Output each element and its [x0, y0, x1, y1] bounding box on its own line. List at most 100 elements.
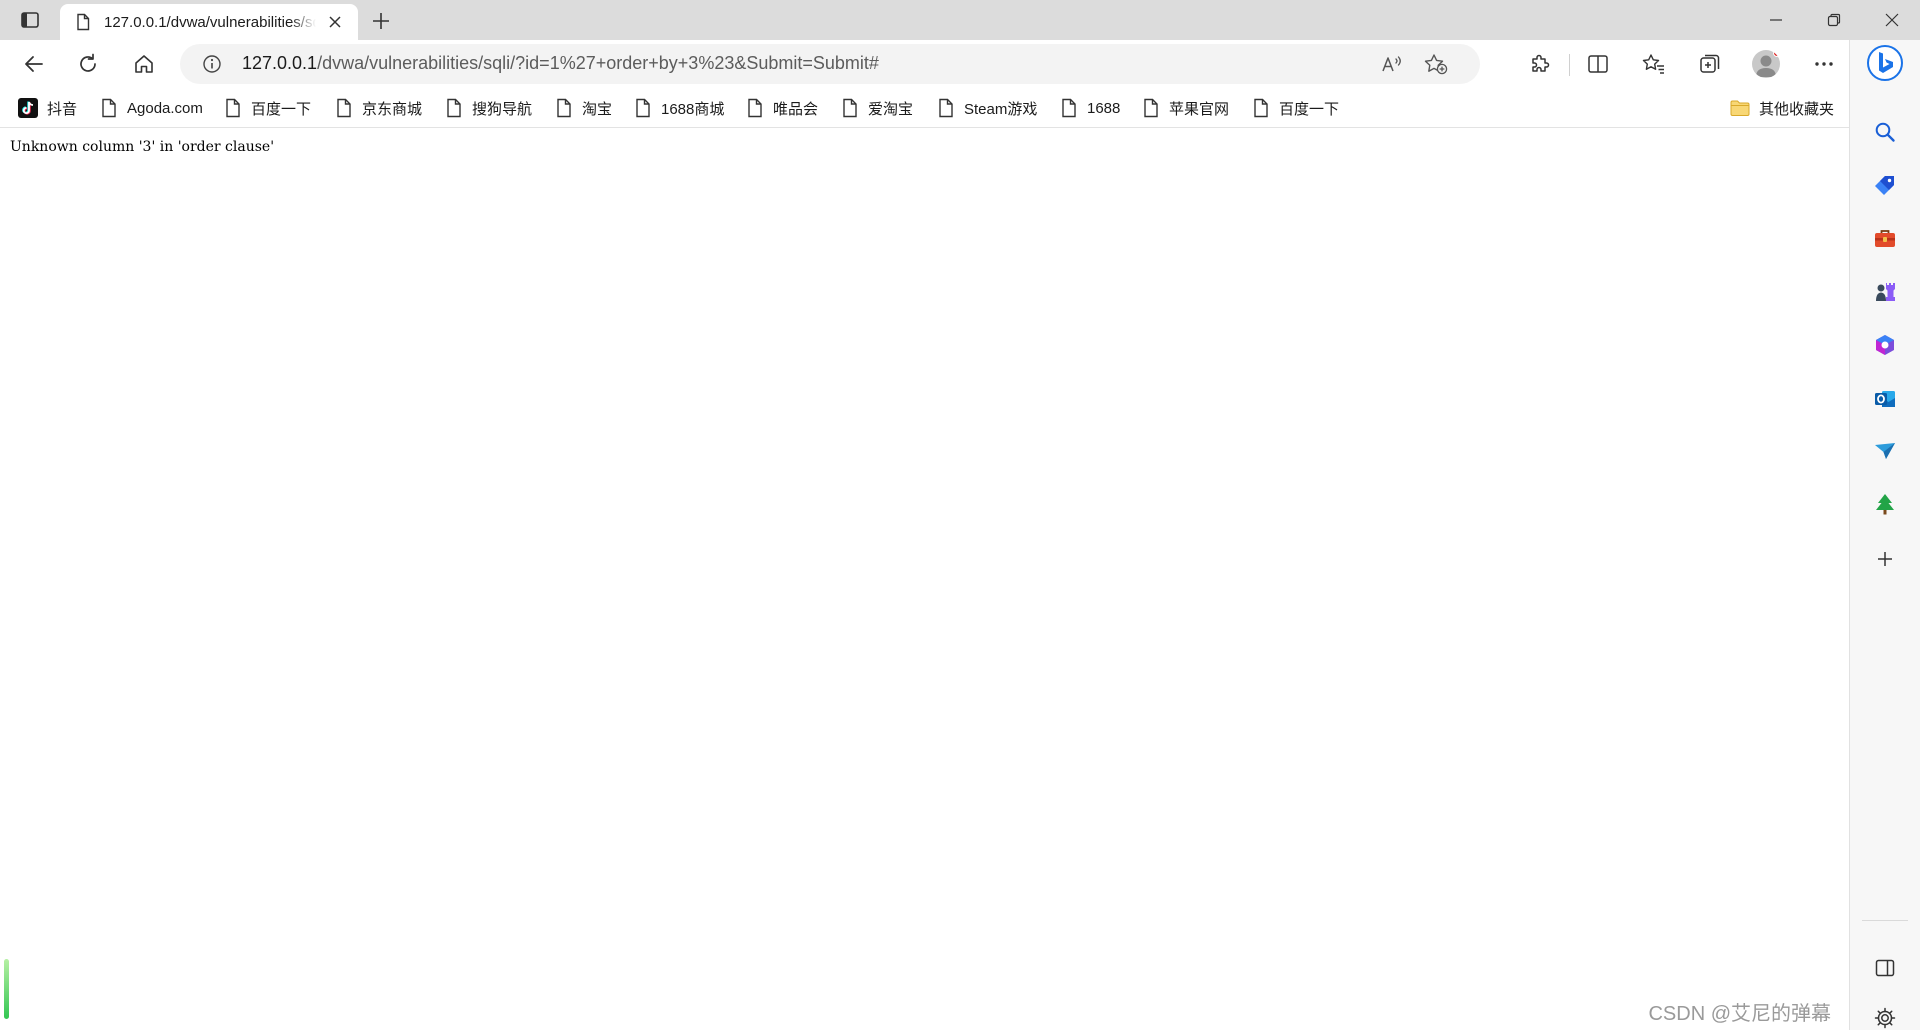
url-text[interactable]: 127.0.0.1/dvwa/vulnerabilities/sqli/?id=…	[242, 53, 879, 74]
favorite-item-vip[interactable]: 唯品会	[746, 96, 818, 120]
shopping-tag-icon	[1875, 176, 1894, 195]
favorite-item-aitaobao[interactable]: 爱淘宝	[841, 96, 913, 120]
favorite-item-baidu-2[interactable]: 百度一下	[1252, 96, 1339, 120]
url-host: 127.0.0.1	[242, 53, 318, 73]
loading-indicator	[4, 959, 9, 1019]
refresh-icon	[80, 53, 96, 72]
sidebar-outlook-button[interactable]	[1867, 381, 1903, 417]
extensions-button[interactable]	[1522, 46, 1558, 82]
page-icon	[636, 98, 650, 118]
favorite-label: Steam游戏	[964, 100, 1038, 118]
favorite-item-1688[interactable]: 1688	[1060, 96, 1120, 120]
toolbox-icon	[1875, 230, 1895, 247]
sidebar-panel-icon	[1875, 959, 1895, 977]
favorites-button[interactable]	[1636, 46, 1672, 82]
favorite-label: 爱淘宝	[868, 100, 914, 118]
page-icon	[226, 98, 240, 118]
sidebar-settings-button[interactable]	[1867, 1000, 1903, 1036]
split-screen-button[interactable]	[1580, 46, 1616, 82]
toolbar: 127.0.0.1/dvwa/vulnerabilities/sqli/?id=…	[0, 40, 1920, 88]
add-favorite-button[interactable]	[1420, 48, 1452, 80]
sidebar-hide-button[interactable]	[1867, 950, 1903, 986]
active-tab[interactable]: 127.0.0.1/dvwa/vulnerabilities/sqli/?id=…	[60, 4, 358, 40]
tab-title: 127.0.0.1/dvwa/vulnerabilities/sqli/?id=…	[104, 13, 316, 31]
favorite-item-agoda[interactable]: Agoda.com	[100, 96, 203, 120]
plus-icon	[373, 13, 389, 29]
toolbar-divider	[1569, 54, 1570, 76]
home-icon	[135, 55, 153, 73]
back-button[interactable]	[16, 46, 52, 82]
favorite-item-taobao[interactable]: 淘宝	[555, 96, 612, 120]
watermark: CSDN @艾尼的弹幕	[1648, 1003, 1831, 1025]
chess-pieces-icon	[1876, 283, 1895, 301]
favorite-item-douyin[interactable]: 抖音	[18, 96, 77, 120]
page-icon	[557, 98, 571, 118]
favorite-label: 百度一下	[1279, 100, 1340, 118]
page-content: Unknown column '3' in 'order clause' CSD…	[0, 129, 1849, 1030]
minimize-button[interactable]	[1748, 0, 1804, 40]
refresh-button[interactable]	[70, 46, 106, 82]
home-button[interactable]	[126, 46, 162, 82]
page-icon	[102, 98, 116, 118]
close-icon	[329, 16, 341, 28]
sidebar-office-button[interactable]	[1867, 327, 1903, 363]
favorite-label: 淘宝	[582, 100, 613, 118]
address-bar[interactable]: 127.0.0.1/dvwa/vulnerabilities/sqli/?id=…	[180, 44, 1480, 84]
minimize-icon	[1770, 19, 1782, 21]
favorite-item-sogou[interactable]: 搜狗导航	[445, 96, 532, 120]
close-icon	[1885, 13, 1899, 27]
search-icon	[1875, 122, 1895, 142]
sidebar-add-button[interactable]	[1867, 541, 1903, 577]
tab-actions-button[interactable]	[10, 6, 50, 34]
favorite-item-apple[interactable]: 苹果官网	[1142, 96, 1229, 120]
sidebar-search-button[interactable]	[1867, 114, 1903, 150]
favorite-item-steam[interactable]: Steam游戏	[937, 96, 1037, 120]
restore-icon	[1827, 13, 1841, 27]
favorite-item-baidu[interactable]: 百度一下	[224, 96, 311, 120]
sidebar-tools-button[interactable]	[1867, 221, 1903, 257]
tree-icon	[1876, 494, 1894, 515]
favorite-item-jd[interactable]: 京东商城	[335, 96, 422, 120]
favorite-label: Agoda.com	[127, 99, 203, 117]
tab-actions-icon	[21, 12, 39, 28]
arrow-left-icon	[25, 56, 43, 72]
page-icon	[77, 13, 90, 31]
tab-close-button[interactable]	[322, 9, 348, 35]
other-favorites-folder[interactable]: 其他收藏夹	[1730, 96, 1834, 120]
puzzle-icon	[1532, 54, 1550, 72]
favorites-bar: 抖音 Agoda.com 百度一下 京东商城 搜狗导航 淘宝 1688商城 唯品…	[0, 88, 1850, 128]
close-window-button[interactable]	[1864, 0, 1920, 40]
favorite-label: 搜狗导航	[472, 100, 533, 118]
sidebar-tree-button[interactable]	[1867, 486, 1903, 522]
sidebar-drop-button[interactable]	[1867, 433, 1903, 469]
new-tab-button[interactable]	[366, 6, 396, 36]
favorite-label: 1688	[1087, 99, 1121, 117]
favorite-label: 唯品会	[773, 100, 819, 118]
copilot-button[interactable]	[1866, 44, 1904, 82]
paper-plane-icon	[1875, 443, 1895, 459]
bing-icon	[1867, 45, 1903, 81]
outlook-icon	[1875, 391, 1895, 407]
collections-button[interactable]	[1692, 46, 1728, 82]
favorite-label: 抖音	[47, 100, 78, 118]
settings-more-button[interactable]	[1806, 46, 1842, 82]
sidebar-games-button[interactable]	[1867, 274, 1903, 310]
page-icon	[447, 98, 461, 118]
plus-icon	[1878, 552, 1892, 566]
page-icon	[1144, 98, 1158, 118]
favorites-list-icon	[1642, 54, 1664, 74]
split-screen-icon	[1588, 55, 1608, 73]
restore-button[interactable]	[1806, 0, 1862, 40]
collections-icon	[1700, 54, 1720, 73]
page-icon	[843, 98, 857, 118]
sql-error-message: Unknown column '3' in 'order clause'	[10, 139, 275, 155]
page-icon	[748, 98, 762, 118]
favorite-item-1688-mall[interactable]: 1688商城	[634, 96, 724, 120]
read-aloud-button[interactable]	[1376, 48, 1408, 80]
page-icon	[1062, 98, 1076, 118]
folder-icon	[1730, 100, 1750, 116]
site-info-icon[interactable]	[202, 54, 222, 74]
sidebar-shopping-button[interactable]	[1867, 168, 1903, 204]
page-icon	[337, 98, 351, 118]
profile-avatar[interactable]	[1752, 50, 1780, 78]
